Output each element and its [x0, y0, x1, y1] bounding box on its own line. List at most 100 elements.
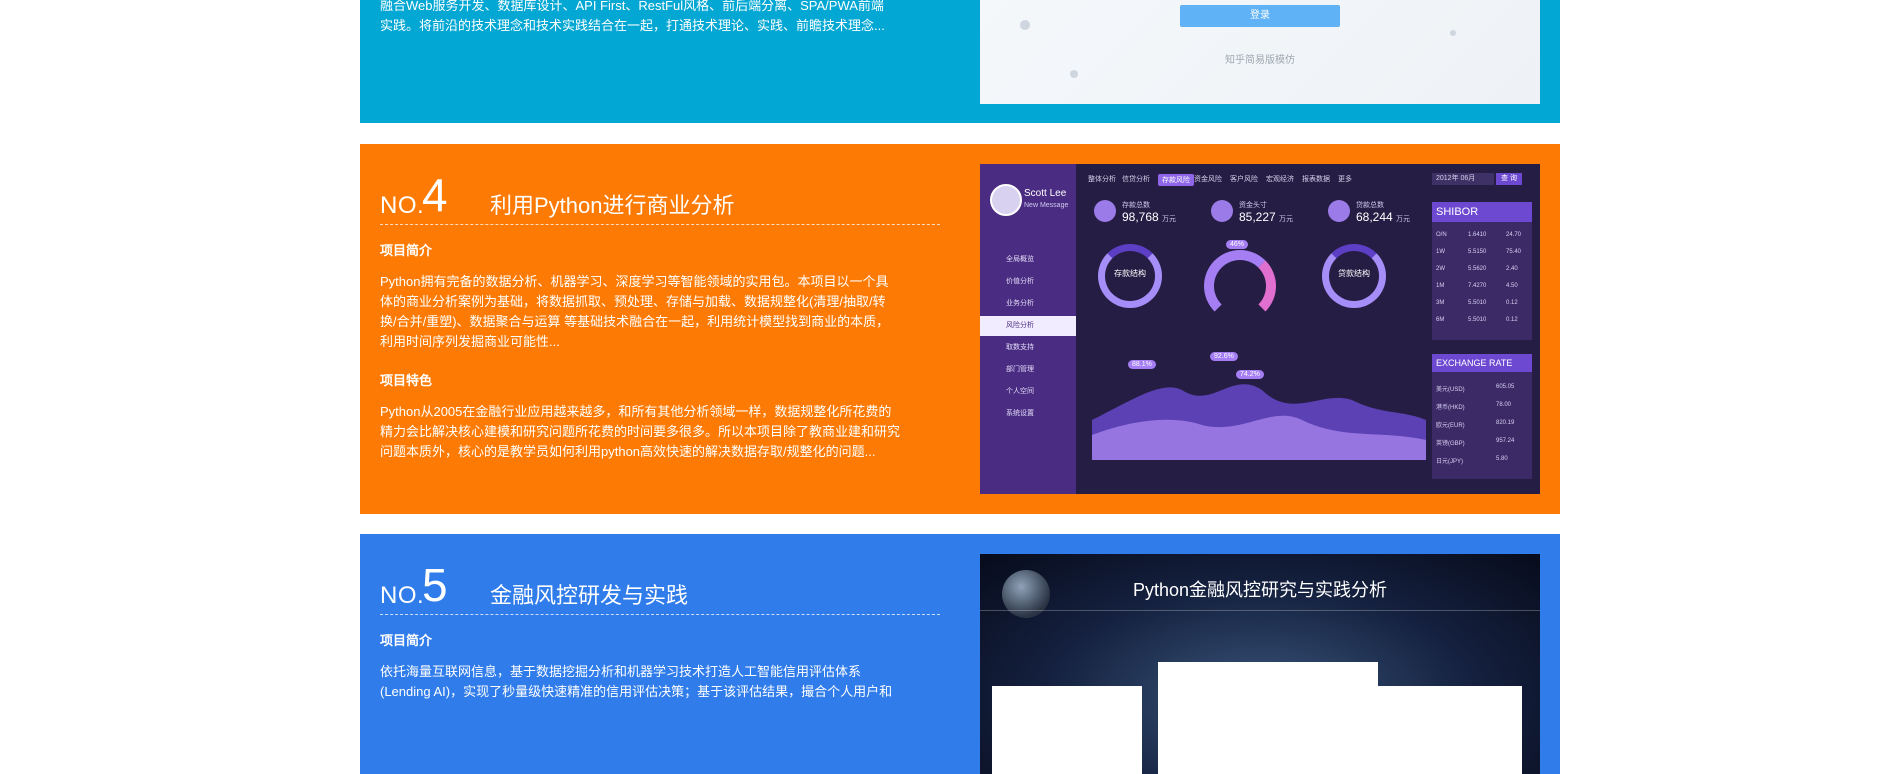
- dashboard-tab[interactable]: 宏观经济: [1266, 174, 1294, 184]
- loan-icon: [1328, 200, 1350, 222]
- exchange-rate-cell: 欧元(EUR): [1436, 423, 1465, 429]
- dashboard-tab[interactable]: 资金风险: [1194, 174, 1222, 184]
- shibor-row: 1W 5.5150 75.40: [1436, 249, 1528, 261]
- document-preview: [992, 686, 1142, 774]
- shibor-cell: 6M: [1436, 317, 1445, 323]
- sidebar-item[interactable]: 系统设置: [980, 404, 1076, 424]
- gauge-arc: [1204, 250, 1276, 322]
- sidebar-item[interactable]: 风险分析: [980, 316, 1076, 336]
- dashboard-sidebar: Scott Lee New Message 全局概览 价值分析 业务分析 风险分析 取数…: [980, 164, 1076, 494]
- exchange-rate-cell: 5.80: [1496, 456, 1508, 462]
- exchange-rate-cell: 605.05: [1496, 384, 1515, 390]
- stat-label: 资金头寸: [1239, 202, 1267, 209]
- dashboard-main: 整体分析 信贷分析 存款风险 资金风险 客户风险 宏观经济 报表数据 更多 2012年 06月…: [1076, 164, 1540, 494]
- shibor-cell: 3M: [1436, 300, 1445, 306]
- project-5-screenshot[interactable]: Python金融风控研究与实践分析: [980, 554, 1540, 774]
- shibor-row: 3M 5.5010 0.12: [1436, 300, 1528, 312]
- exchange-rate-table: EXCHANGE RATE 美元(USD) 605.05 港币(HKD) 78.00 欧…: [1432, 354, 1532, 479]
- dashboard-tab[interactable]: 客户风险: [1230, 174, 1258, 184]
- project-card-4: NO. 4 利用Python进行商业分析 项目简介 Python拥有完备的数据分…: [360, 144, 1560, 514]
- project-number: 4: [422, 169, 448, 221]
- date-select[interactable]: 2012年 06月: [1432, 173, 1494, 185]
- shibor-cell: 0.12: [1506, 300, 1518, 306]
- exchange-rate-cell: 820.19: [1496, 420, 1515, 426]
- ring-label: 存款结构: [1114, 269, 1146, 278]
- dashboard-tab[interactable]: 报表数据: [1302, 174, 1330, 184]
- shibor-cell: 7.4270: [1468, 283, 1487, 289]
- deposit-ring-chart: 存款结构: [1098, 244, 1162, 308]
- intro-line: (Lending AI)，实现了秒量级快速精准的信用评估决策；基于该评估结果，撮…: [380, 684, 893, 699]
- stat-label: 贷款总数: [1356, 202, 1384, 209]
- shibor-cell: 1W: [1436, 249, 1445, 255]
- shibor-cell: 2W: [1436, 266, 1445, 272]
- project-3-intro-line-2: 实践。将前沿的技术理念和技术实践结合在一起，打通技术理论、实践、前瞻技术理念..…: [380, 18, 885, 33]
- intro-line: 依托海量互联网信息，基于数据挖掘分析和机器学习技术打造人工智能信用评估体系: [380, 664, 862, 679]
- project-4-header: NO. 4 利用Python进行商业分析: [380, 168, 940, 225]
- exchange-rate-cell: 美元(USD): [1436, 387, 1465, 393]
- intro-line: 利用时间序列发掘商业可能性...: [380, 334, 560, 349]
- deposit-icon: [1094, 200, 1116, 222]
- network-node: [1020, 20, 1030, 30]
- feature-label: 项目特色: [380, 373, 433, 388]
- shibor-row: 6M 5.5010 0.12: [1436, 317, 1528, 329]
- shibor-row: O/N 1.6410 24.70: [1436, 232, 1528, 244]
- sidebar-item[interactable]: 全局概览: [980, 250, 1076, 270]
- avatar: [990, 184, 1022, 216]
- feature-line: 问题本质外，核心的是教学员如何利用python高效快速的解决数据存取/规整化的问…: [380, 444, 876, 459]
- project-title[interactable]: 金融风控研发与实践: [490, 578, 688, 610]
- document-preview: [1372, 686, 1522, 774]
- shibor-cell: 1.6410: [1468, 232, 1487, 238]
- project-number: 5: [422, 559, 448, 611]
- dashboard-tab[interactable]: 存款风险: [1158, 174, 1194, 186]
- loan-ring-chart: 贷款结构: [1322, 244, 1386, 308]
- project-card-5: NO. 5 金融风控研发与实践 项目简介 依托海量互联网信息，基于数据挖掘分析和…: [360, 534, 1560, 774]
- sidebar-item[interactable]: 部门管理: [980, 360, 1076, 380]
- login-button[interactable]: 登录: [1180, 5, 1340, 27]
- sidebar-item[interactable]: 业务分析: [980, 294, 1076, 314]
- project-number-prefix: NO.: [380, 192, 425, 219]
- peak-label: 88.1%: [1128, 360, 1156, 369]
- shibor-cell: 24.70: [1506, 232, 1522, 238]
- stat-value: 85,227 万元: [1239, 210, 1293, 224]
- exchange-rate-row: 欧元(EUR) 820.19: [1436, 420, 1528, 432]
- shibor-table: SHIBOR O/N 1.6410 24.70 1W 5.5150 75.40 2W 5.56…: [1432, 202, 1532, 340]
- network-node: [1070, 70, 1078, 78]
- shibor-cell: 5.5620: [1468, 266, 1487, 272]
- sidebar-item[interactable]: 取数支持: [980, 338, 1076, 358]
- intro-line: 换/合并/重塑)、数据聚合与运算 等基础技术融合在一起，利用统计模型找到商业的本…: [380, 314, 890, 329]
- exchange-rate-row: 港币(HKD) 78.00: [1436, 402, 1528, 414]
- dashboard-tab[interactable]: 更多: [1338, 174, 1352, 184]
- project-3-screenshot[interactable]: 登录 知乎简易版模仿: [980, 0, 1540, 104]
- shibor-cell: 1M: [1436, 283, 1445, 289]
- exchange-rate-cell: 957.24: [1496, 438, 1515, 444]
- sidebar-item[interactable]: 个人空间: [980, 382, 1076, 402]
- funds-gauge: 46%: [1204, 240, 1288, 322]
- gauge-value: 46%: [1226, 240, 1249, 249]
- stat-number: 85,227: [1239, 210, 1276, 224]
- query-button[interactable]: 查 询: [1496, 173, 1522, 185]
- network-node: [1450, 30, 1456, 36]
- screenshot-title: Python金融风控研究与实践分析: [1132, 580, 1388, 600]
- exchange-rate-title: EXCHANGE RATE: [1432, 354, 1532, 372]
- stat-unit: 万元: [1162, 216, 1177, 223]
- shibor-cell: 2.40: [1506, 266, 1518, 272]
- project-title[interactable]: 利用Python进行商业分析: [490, 188, 735, 220]
- login-caption: 知乎简易版模仿: [1225, 55, 1295, 66]
- shibor-cell: 75.40: [1506, 249, 1522, 255]
- dashboard-tab[interactable]: 整体分析: [1088, 174, 1116, 184]
- intro-line: Python拥有完备的数据分析、机器学习、深度学习等智能领域的实用包。本项目以一…: [380, 274, 889, 289]
- project-number-prefix: NO.: [380, 582, 425, 609]
- project-4-screenshot[interactable]: Scott Lee New Message 全局概览 价值分析 业务分析 风险分析 取数…: [980, 164, 1540, 494]
- exchange-rate-cell: 英镑(GBP): [1436, 441, 1465, 447]
- stat-unit: 万元: [1279, 216, 1294, 223]
- stat-number: 68,244: [1356, 210, 1393, 224]
- stat-label: 存款总数: [1122, 202, 1150, 209]
- dashboard-user-sub: New Message: [1024, 202, 1069, 209]
- project-5-header: NO. 5 金融风控研发与实践: [380, 558, 940, 615]
- exchange-rate-row: 英镑(GBP) 957.24: [1436, 438, 1528, 450]
- project-card-3: 融合Web服务开发、数据库设计、API First、RestFul风格、前后端分…: [360, 0, 1560, 123]
- sidebar-item[interactable]: 价值分析: [980, 272, 1076, 292]
- feature-line: 精力会比解决核心建模和研究问题所花费的时间要多很多。所以本项目除了教商业建和研究: [380, 424, 901, 439]
- shibor-cell: 5.5010: [1468, 317, 1487, 323]
- dashboard-tab[interactable]: 信贷分析: [1122, 174, 1150, 184]
